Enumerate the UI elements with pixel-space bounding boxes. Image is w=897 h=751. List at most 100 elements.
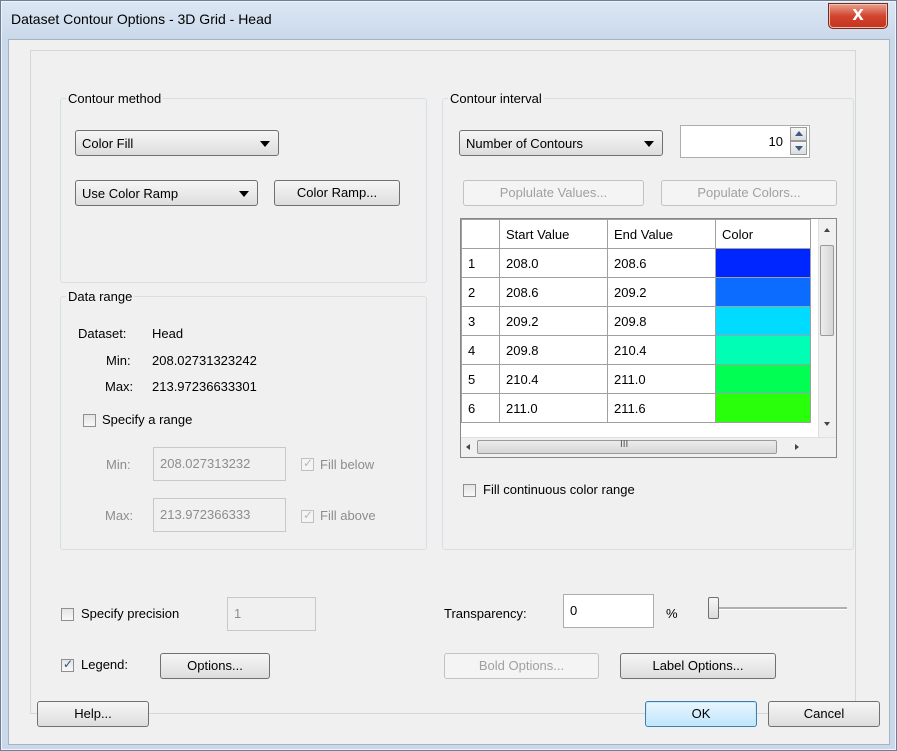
close-icon[interactable]: X [829,6,887,24]
end-value-cell[interactable]: 211.6 [607,393,716,423]
table-row[interactable]: 6 211.0 211.6 [461,393,811,423]
fill-below-checkbox[interactable]: ✓ [301,456,314,471]
scroll-up-arrow-icon[interactable] [824,228,830,232]
range-max-field[interactable]: 213.972366333 [153,498,286,532]
color-header[interactable]: Color [715,219,811,249]
start-value-cell[interactable]: 211.0 [499,393,608,423]
start-value-cell[interactable]: 209.2 [499,306,608,336]
checkmark-icon: ✓ [63,657,74,671]
interval-mode-value: Number of Contours [466,136,584,151]
color-swatch[interactable] [715,277,811,307]
vertical-scroll-thumb[interactable] [820,245,834,336]
fill-continuous-checkbox[interactable] [463,484,476,497]
dataset-value: Head [152,326,184,341]
color-swatch[interactable] [715,306,811,336]
help-button[interactable]: Help... [37,701,149,727]
scroll-down-arrow-icon[interactable] [824,422,830,426]
start-value-header[interactable]: Start Value [499,219,608,249]
range-min-field[interactable]: 208.027313232 [153,447,286,481]
legend-checkbox[interactable]: ✓ [61,657,74,672]
color-swatch[interactable] [715,335,811,365]
specify-precision-checkbox[interactable] [61,608,74,621]
title-bar[interactable]: Dataset Contour Options - 3D Grid - Head… [1,1,896,39]
legend-options-button[interactable]: Options... [160,653,270,679]
contour-table[interactable]: Start Value End Value Color 1 208.0 208.… [460,218,837,458]
table-row[interactable]: 5 210.4 211.0 [461,364,811,394]
color-swatch[interactable] [715,364,811,394]
contour-interval-legend: Contour interval [450,91,542,106]
transparency-value: 0 [570,603,578,618]
fill-above-checkbox[interactable]: ✓ [301,508,314,523]
precision-field[interactable]: 1 [227,597,316,631]
scroll-right-arrow-icon[interactable] [795,444,799,450]
specify-range-label[interactable]: Specify a range [102,412,192,427]
specify-precision-label[interactable]: Specify precision [81,606,179,621]
min-label: Min: [106,353,131,368]
table-row[interactable]: 4 209.8 210.4 [461,335,811,365]
specify-range-checkbox[interactable] [83,414,96,427]
bold-options-button[interactable]: Bold Options... [444,653,599,679]
end-value-cell[interactable]: 210.4 [607,335,716,365]
contour-method-value: Color Fill [82,136,134,151]
table-header-row: Start Value End Value Color [461,219,811,249]
table-row[interactable]: 2 208.6 209.2 [461,277,811,307]
start-value-cell[interactable]: 209.8 [499,335,608,365]
close-button[interactable]: X [828,3,888,29]
fill-above-label: Fill above [320,508,376,523]
fill-continuous-label[interactable]: Fill continuous color range [483,482,635,497]
contour-count-stepper[interactable] [790,127,807,155]
row-number: 2 [461,277,500,307]
table-vertical-scrollbar[interactable] [818,219,836,438]
row-number-header [461,219,500,249]
populate-colors-button[interactable]: Populate Colors... [661,180,837,206]
interval-mode-select[interactable]: Number of Contours [459,130,663,156]
cancel-button[interactable]: Cancel [768,701,880,727]
scroll-left-arrow-icon[interactable] [466,444,470,450]
table-horizontal-scrollbar[interactable]: III [461,437,836,457]
ok-button[interactable]: OK [645,701,757,727]
stepper-up-button[interactable] [790,127,807,141]
legend-label[interactable]: Legend: [81,657,128,672]
color-ramp-button[interactable]: Color Ramp... [274,180,400,206]
start-value-cell[interactable]: 208.0 [499,248,608,278]
arrow-down-icon [795,146,803,151]
dialog-window: Dataset Contour Options - 3D Grid - Head… [0,0,897,751]
transparency-slider-track[interactable] [711,607,847,610]
window-title: Dataset Contour Options - 3D Grid - Head [11,11,272,27]
end-value-cell[interactable]: 209.2 [607,277,716,307]
color-ramp-mode-value: Use Color Ramp [82,186,179,201]
end-value-cell[interactable]: 209.8 [607,306,716,336]
color-ramp-select[interactable]: Use Color Ramp [75,180,258,206]
table-row[interactable]: 1 208.0 208.6 [461,248,811,278]
end-value-header[interactable]: End Value [607,219,716,249]
color-swatch[interactable] [715,393,811,423]
transparency-slider-thumb[interactable] [708,597,719,619]
end-value-cell[interactable]: 208.6 [607,248,716,278]
row-number: 6 [461,393,500,423]
row-number: 5 [461,364,500,394]
color-swatch[interactable] [715,248,811,278]
table-row[interactable]: 3 209.2 209.8 [461,306,811,336]
row-number: 1 [461,248,500,278]
contour-method-select[interactable]: Color Fill [75,130,279,156]
stepper-down-button[interactable] [790,141,807,155]
range-max-value: 213.972366333 [160,507,251,522]
range-max-label: Max: [105,508,134,523]
horizontal-scroll-thumb[interactable]: III [477,439,777,454]
max-label: Max: [105,379,134,394]
range-min-label: Min: [106,457,131,472]
precision-value: 1 [234,606,242,621]
end-value-cell[interactable]: 211.0 [607,364,716,394]
max-value: 213.97236633301 [152,379,257,394]
transparency-field[interactable]: 0 [563,594,654,628]
label-options-button[interactable]: Label Options... [620,653,776,679]
arrow-up-icon [795,131,803,136]
start-value-cell[interactable]: 208.6 [499,277,608,307]
dataset-label: Dataset: [78,326,127,341]
range-min-value: 208.027313232 [160,456,251,471]
fill-below-label: Fill below [320,457,375,472]
contour-method-legend: Contour method [68,91,162,106]
start-value-cell[interactable]: 210.4 [499,364,608,394]
populate-values-button[interactable]: Poplulate Values... [463,180,644,206]
row-number: 3 [461,306,500,336]
